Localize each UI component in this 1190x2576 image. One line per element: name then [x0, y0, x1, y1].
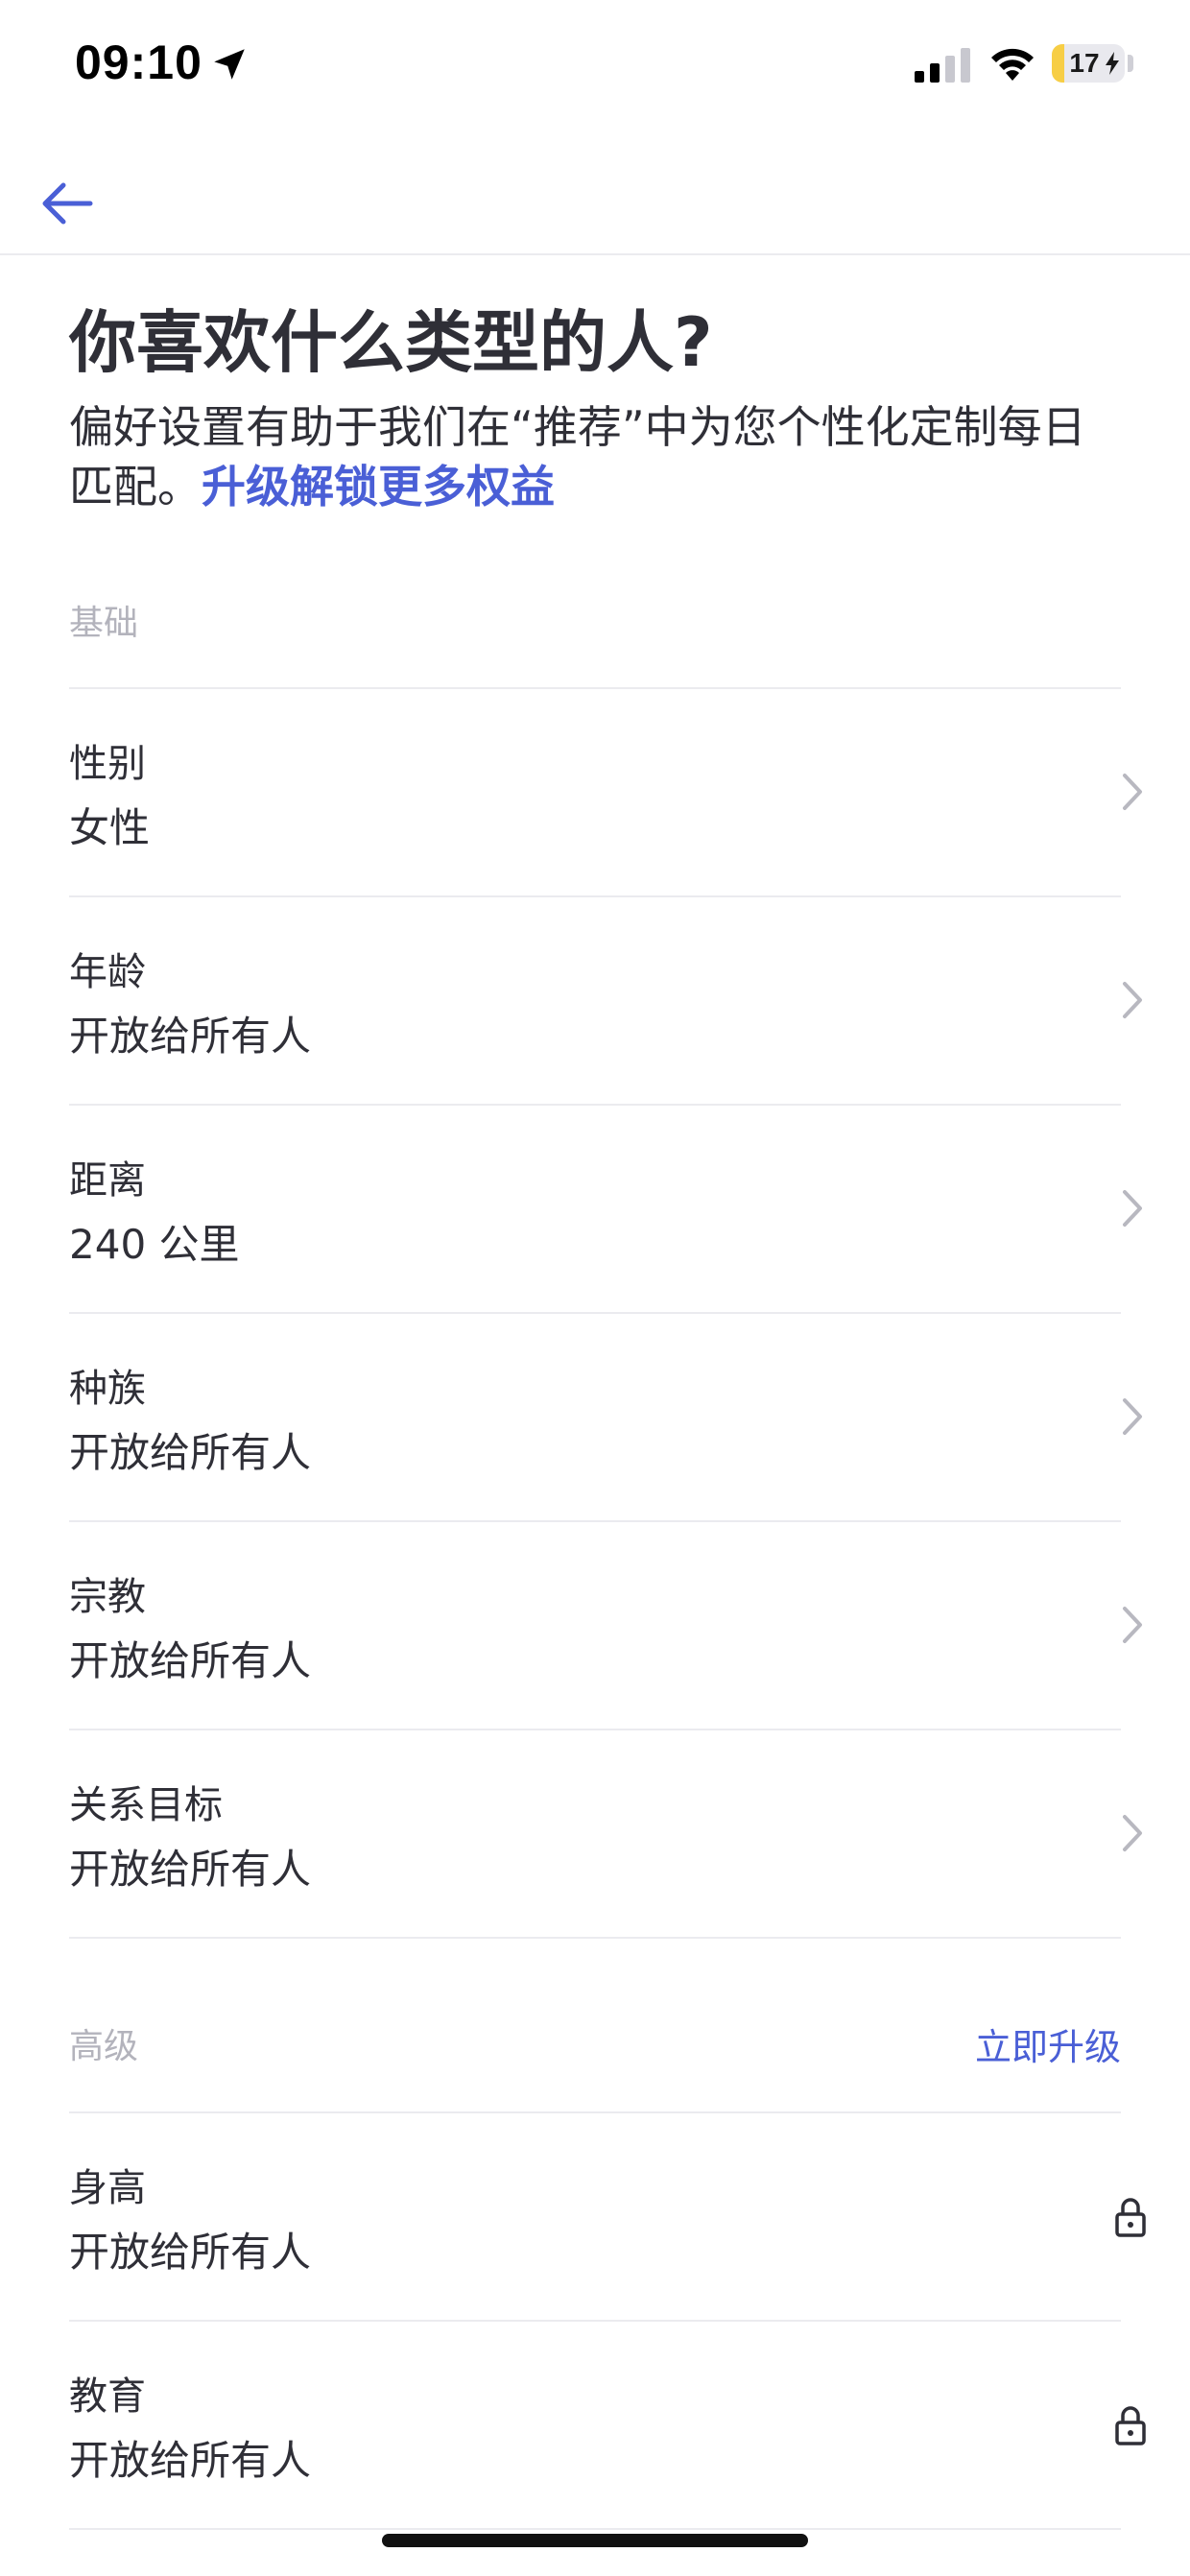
- preference-row-gender[interactable]: 性别 女性: [69, 689, 1148, 896]
- lock-icon: [1115, 2198, 1146, 2237]
- preference-row-distance[interactable]: 距离 240 公里: [69, 1106, 1148, 1313]
- back-button[interactable]: [29, 154, 106, 230]
- battery-indicator: 17: [1052, 44, 1125, 83]
- row-label: 宗教: [69, 1575, 146, 1619]
- row-value: 开放给所有人: [69, 1637, 312, 1684]
- row-value: 开放给所有人: [69, 1013, 312, 1060]
- upgrade-now-button[interactable]: 立即升级: [975, 2014, 1121, 2081]
- divider: [69, 2528, 1121, 2530]
- preference-row-age[interactable]: 年龄 开放给所有人: [69, 897, 1148, 1105]
- row-label: 年龄: [69, 950, 146, 994]
- status-bar: 09:10 17: [0, 0, 1190, 134]
- row-value: 240 公里: [69, 1221, 240, 1268]
- status-time: 09:10: [75, 36, 202, 89]
- row-label: 关系目标: [69, 1783, 223, 1827]
- divider: [69, 1937, 1121, 1939]
- row-label: 距离: [69, 1158, 146, 1203]
- page-subtitle: 偏好设置有助于我们在“推荐”中为您个性化定制每日匹配。升级解锁更多权益: [69, 397, 1125, 516]
- preference-row-ethnicity[interactable]: 种族 开放给所有人: [69, 1314, 1148, 1521]
- arrow-left-icon: [42, 182, 93, 225]
- page-title: 你喜欢什么类型的人?: [69, 303, 713, 382]
- chevron-right-icon: [1123, 982, 1142, 1018]
- lock-icon: [1115, 2406, 1146, 2445]
- battery-tip: [1128, 55, 1133, 72]
- preference-row-religion[interactable]: 宗教 开放给所有人: [69, 1522, 1148, 1729]
- chevron-right-icon: [1123, 1398, 1142, 1435]
- upgrade-link[interactable]: 升级解锁更多权益: [202, 461, 555, 513]
- preference-row-education[interactable]: 教育 开放给所有人: [69, 2322, 1148, 2529]
- row-label: 身高: [69, 2166, 146, 2210]
- location-arrow-icon: [214, 49, 245, 80]
- section-label-basic: 基础: [69, 604, 139, 643]
- nav-bar: [0, 134, 1190, 255]
- cellular-signal-icon: [915, 48, 970, 83]
- preference-row-relationship-goal[interactable]: 关系目标 开放给所有人: [69, 1730, 1148, 1938]
- chevron-right-icon: [1123, 1815, 1142, 1851]
- chevron-right-icon: [1123, 774, 1142, 810]
- charging-bolt-icon: [1106, 52, 1119, 75]
- row-label: 性别: [69, 742, 146, 786]
- row-label: 教育: [69, 2374, 146, 2419]
- row-value: 女性: [69, 804, 151, 851]
- home-indicator: [382, 2534, 808, 2547]
- section-header-advanced: 高级 立即升级: [69, 2014, 1121, 2081]
- row-value: 开放给所有人: [69, 2229, 312, 2276]
- section-label-advanced: 高级: [69, 2027, 139, 2066]
- section-header-basic: 基础: [69, 590, 1121, 657]
- preference-row-height[interactable]: 身高 开放给所有人: [69, 2113, 1148, 2321]
- row-value: 开放给所有人: [69, 2437, 312, 2484]
- wifi-icon: [991, 48, 1034, 81]
- chevron-right-icon: [1123, 1607, 1142, 1643]
- row-value: 开放给所有人: [69, 1846, 312, 1893]
- row-label: 种族: [69, 1367, 146, 1411]
- chevron-right-icon: [1123, 1190, 1142, 1227]
- preferences-screen: 09:10 17 你喜欢什么类型的人? 偏好设置有助于我们在“推荐”中为您个性化…: [0, 0, 1190, 2576]
- row-value: 开放给所有人: [69, 1429, 312, 1476]
